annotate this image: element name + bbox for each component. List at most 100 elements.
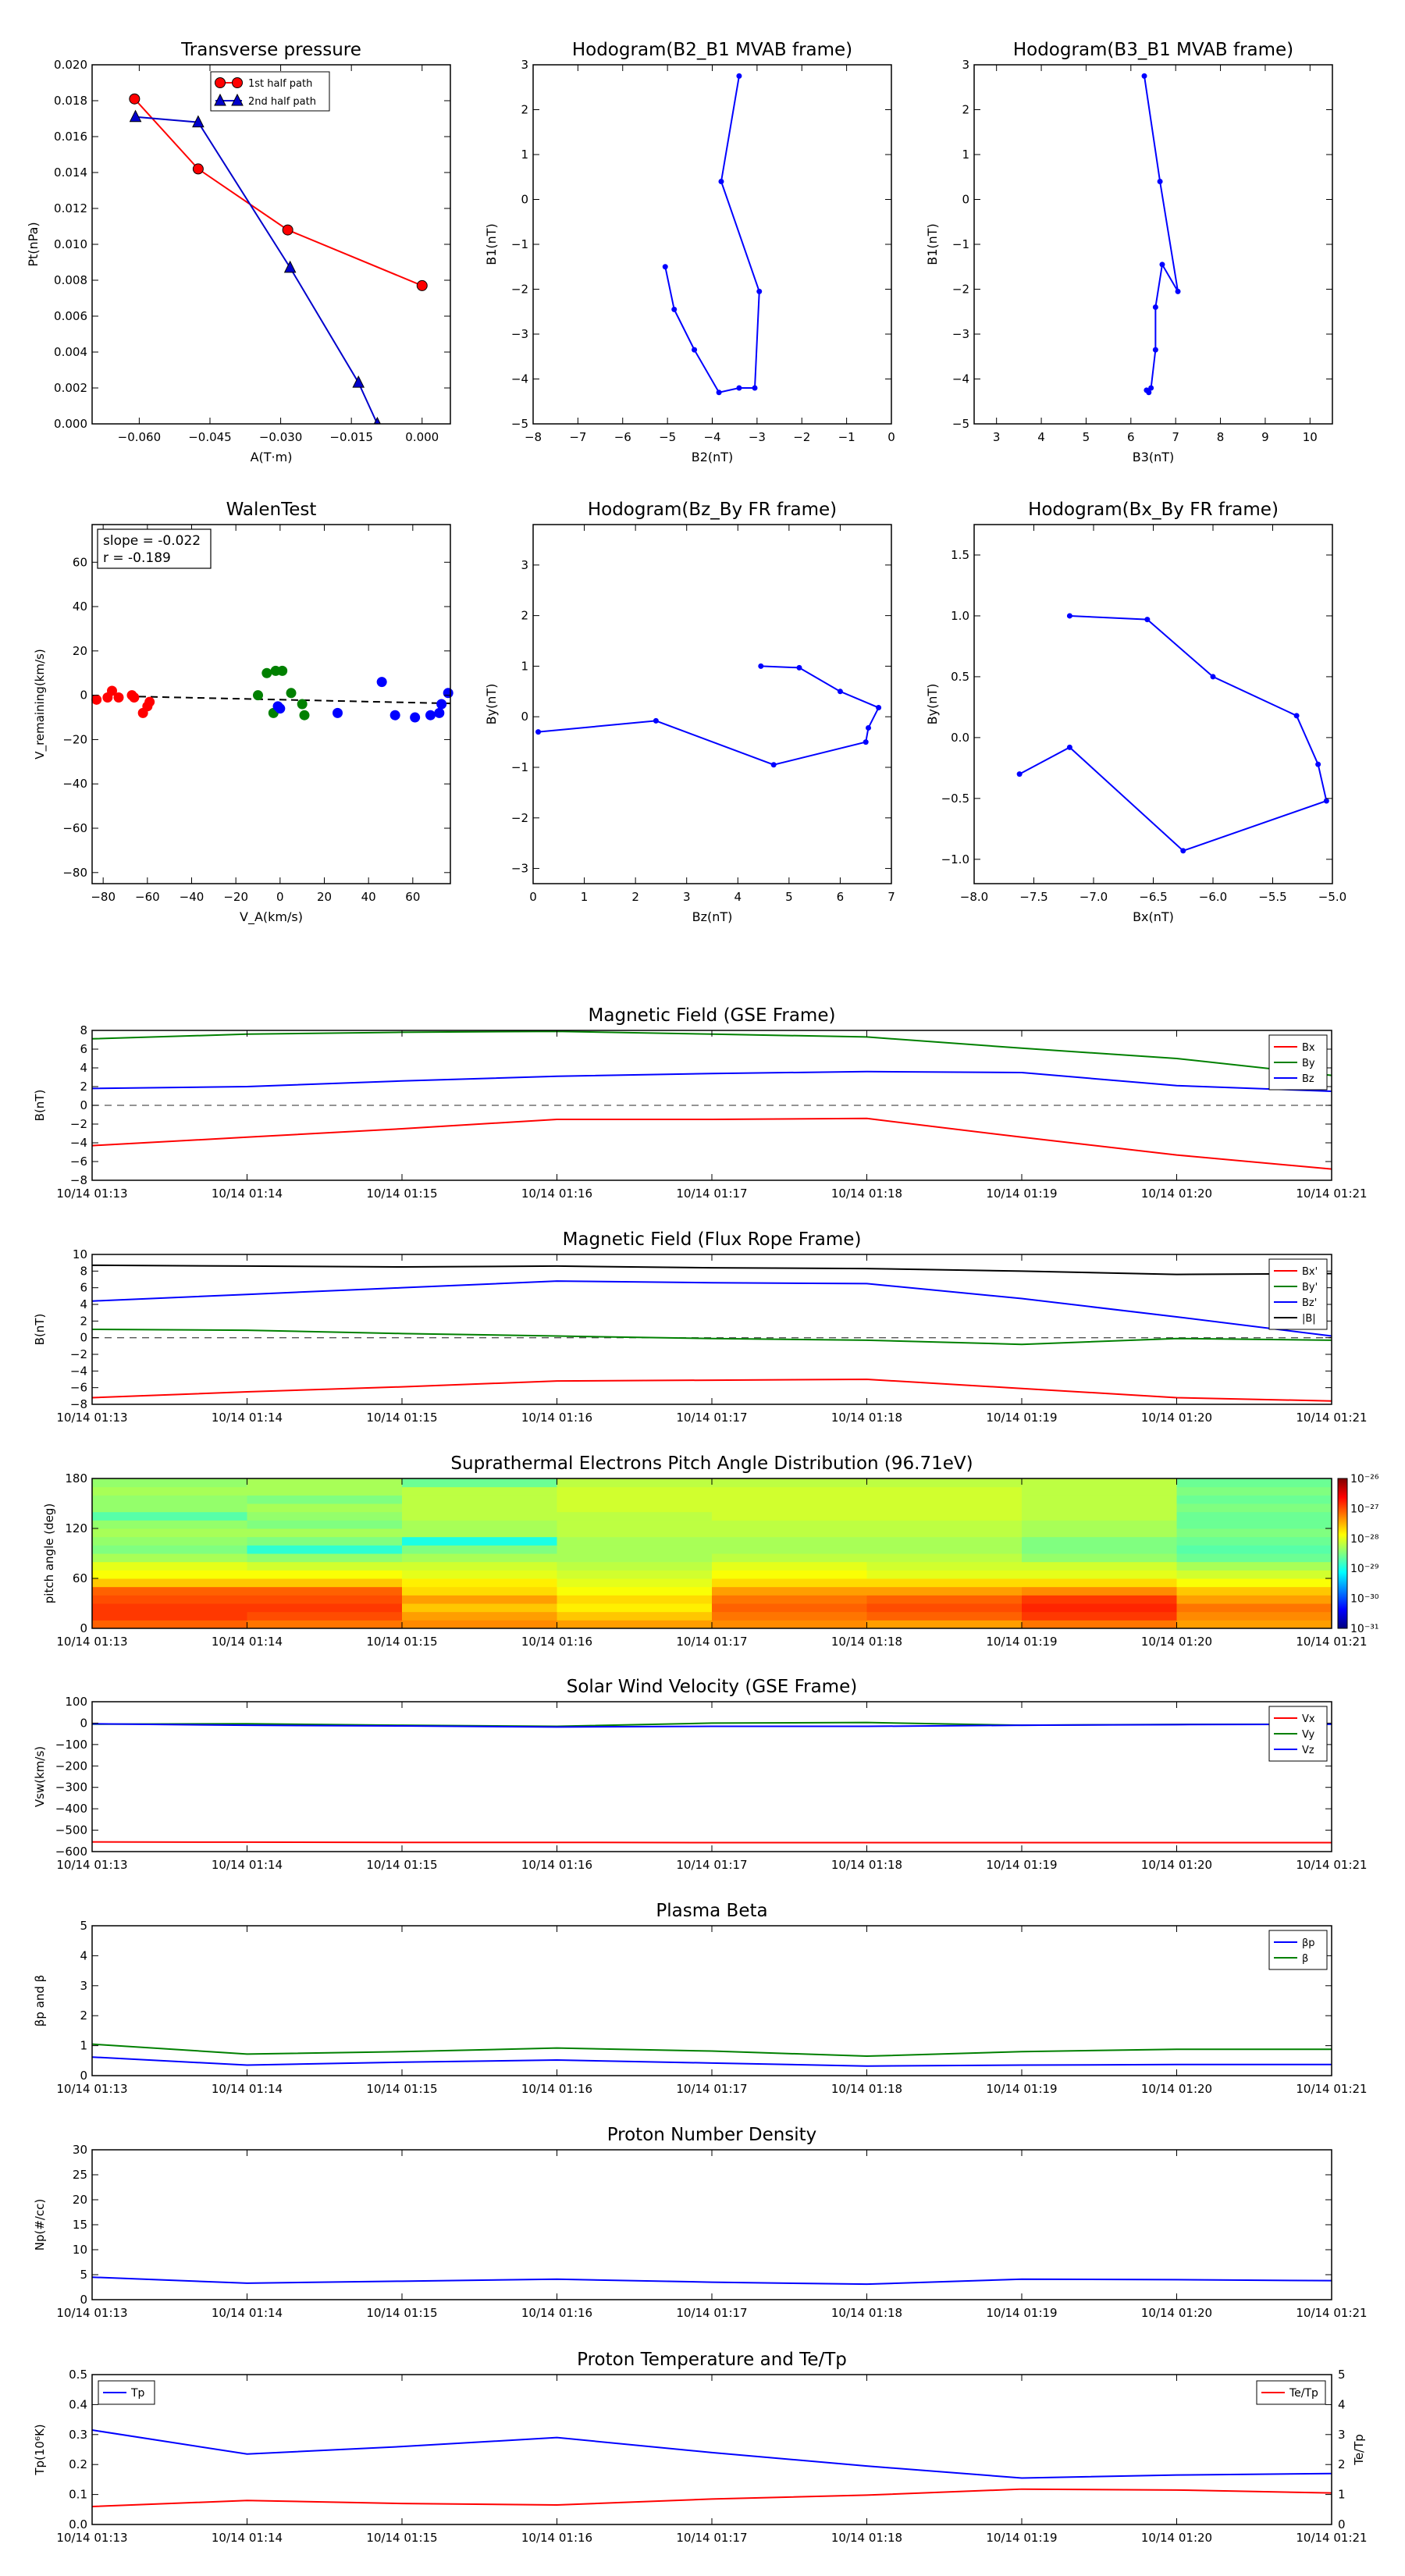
heatmap-cell xyxy=(402,1595,557,1604)
heatmap-cell xyxy=(1176,1536,1332,1546)
time-tick-label: 10/14 01:19 xyxy=(986,2082,1057,2096)
data-point xyxy=(796,664,802,671)
heatmap-cell xyxy=(92,1553,247,1563)
axes-frame xyxy=(532,524,892,884)
time-tick-label: 10/14 01:18 xyxy=(831,2306,902,2320)
data-point xyxy=(736,73,742,79)
heatmap-cell xyxy=(247,1578,403,1588)
xtick-label: 8 xyxy=(1217,430,1225,444)
heatmap-cell xyxy=(866,1528,1023,1538)
heatmap-cell xyxy=(247,1603,403,1613)
legend-label: Bx' xyxy=(1302,1266,1318,1278)
data-point xyxy=(662,264,668,270)
ytick-label: 3 xyxy=(80,1979,87,1993)
ytick-label: −300 xyxy=(55,1781,87,1795)
ytick-label-right: 5 xyxy=(1338,2368,1346,2382)
legend-box xyxy=(1268,1258,1328,1330)
heatmap-cell xyxy=(1022,1511,1177,1521)
legend-label: 2nd half path xyxy=(248,96,316,108)
ytick-label: −1 xyxy=(511,760,528,774)
data-point xyxy=(333,707,343,718)
ytick-label: 0.004 xyxy=(54,345,87,359)
legend-label: |B| xyxy=(1302,1313,1316,1325)
ytick-label: 15 xyxy=(73,2218,87,2232)
heatmap-cell xyxy=(712,1595,867,1604)
y-axis-label: B1(nT) xyxy=(925,223,940,265)
plot-area xyxy=(1141,73,1181,396)
ytick-label: −2 xyxy=(952,283,969,297)
ytick-label: 0.0 xyxy=(951,731,969,745)
ytick-label: −6 xyxy=(70,1381,87,1395)
heatmap-cell xyxy=(402,1620,557,1629)
ytick-label: −4 xyxy=(511,372,528,386)
ytick-label: 0 xyxy=(80,1098,87,1112)
time-tick-label: 10/14 01:13 xyxy=(56,1187,127,1201)
chart-title: Proton Number Density xyxy=(607,2125,817,2145)
ytick-label: 0 xyxy=(962,193,969,207)
time-tick-label: 10/14 01:16 xyxy=(521,1411,592,1425)
series-line xyxy=(91,1378,1332,1402)
heatmap-cell xyxy=(92,1620,247,1629)
data-point xyxy=(215,77,226,88)
chart-title: Solar Wind Velocity (GSE Frame) xyxy=(567,1677,857,1697)
heatmap-cell xyxy=(1022,1503,1177,1513)
chart-title: Hodogram(Bz_By FR frame) xyxy=(588,500,837,520)
data-point xyxy=(443,688,454,699)
legend-label: Te/Tp xyxy=(1289,2387,1318,2400)
heatmap-cell xyxy=(866,1545,1023,1554)
time-tick-label: 10/14 01:18 xyxy=(831,1858,902,1872)
heatmap-cell xyxy=(866,1561,1023,1571)
time-tick-label: 10/14 01:14 xyxy=(212,2306,283,2320)
data-point xyxy=(692,347,698,353)
ytick-label: 0 xyxy=(80,2069,87,2083)
heatmap-cell xyxy=(402,1528,557,1538)
heatmap-cell xyxy=(402,1603,557,1613)
ytick-label: −4 xyxy=(952,372,969,386)
ytick-label: −1 xyxy=(952,237,969,251)
heatmap-cell xyxy=(92,1528,247,1538)
ytick-label: −2 xyxy=(70,1117,87,1131)
chart-bfr: 10/14 01:13 10/14 01:14 10/14 01:15 10/14 0… xyxy=(33,1229,1368,1425)
heatmap-cell xyxy=(557,1561,713,1571)
ytick-label: 1.5 xyxy=(951,548,969,562)
ytick-label: 4 xyxy=(80,1061,87,1075)
time-tick-label: 10/14 01:15 xyxy=(366,2082,437,2096)
heatmap-cell xyxy=(1176,1570,1332,1579)
ytick-label: 1 xyxy=(521,148,528,162)
time-tick-label: 10/14 01:15 xyxy=(366,2531,437,2545)
heatmap-cell xyxy=(712,1620,867,1629)
heatmap-cell xyxy=(247,1595,403,1604)
heatmap-cell xyxy=(92,1503,247,1513)
ytick-label-right: 3 xyxy=(1338,2428,1346,2442)
xtick-label: −3 xyxy=(749,430,766,444)
x-axis-label: B3(nT) xyxy=(1133,450,1175,464)
ytick-label-right: 0 xyxy=(1338,2517,1346,2532)
ytick-label: −1.0 xyxy=(941,852,969,866)
xtick-label: 2 xyxy=(631,890,639,904)
chart-walen: −80 −60 −40 −20 0 20 40 60 −80 −60 −40 −20 0 20 40 60 Wa… xyxy=(33,500,454,925)
xtick-label: 7 xyxy=(887,890,895,904)
y-axis-label: Np(#/cc) xyxy=(33,2199,47,2251)
ytick-label: 0.3 xyxy=(69,2428,87,2442)
xtick-label: −60 xyxy=(135,890,160,904)
time-tick-label: 10/14 01:17 xyxy=(676,2306,747,2320)
axes-frame xyxy=(973,524,1333,884)
heatmap-cell xyxy=(866,1611,1023,1621)
heatmap-cell xyxy=(1176,1545,1332,1554)
ytick-label-right: 4 xyxy=(1338,2397,1346,2411)
heatmap-cell xyxy=(866,1511,1023,1521)
legend-label: By' xyxy=(1302,1282,1318,1293)
colorbar-label: 10⁻²⁷ xyxy=(1350,1503,1378,1515)
chart-tp: −0.060 −0.045 −0.030 −0.015 0.000 0.000 0.002 0… xyxy=(26,40,451,464)
data-point xyxy=(113,692,124,703)
heatmap-cell xyxy=(866,1620,1023,1629)
xtick-label: −8 xyxy=(525,430,542,444)
heatmap-cell xyxy=(1022,1578,1177,1588)
heatmap-cell xyxy=(1176,1478,1332,1488)
ytick-label: 0 xyxy=(80,1716,87,1730)
ytick-label: 2 xyxy=(80,1080,87,1094)
heatmap-cell xyxy=(712,1545,867,1554)
time-tick-label: 10/14 01:21 xyxy=(1296,2082,1367,2096)
chart-h3: 0 1 2 3 4 5 6 7 −3 −2 −1 0 1 2 3 Hodogram(Bz_By FR fram… xyxy=(484,500,895,924)
xtick-label: −80 xyxy=(91,890,116,904)
